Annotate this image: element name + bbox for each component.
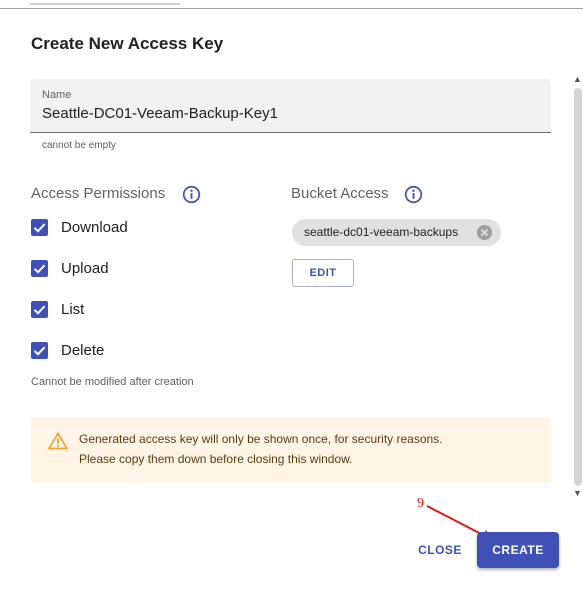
warning-text-line2: Please copy them down before closing thi… <box>79 452 353 466</box>
permission-label: Upload <box>61 260 109 277</box>
edit-bucket-button[interactable]: EDIT <box>292 259 354 287</box>
warning-text-line1: Generated access key will only be shown … <box>79 432 443 446</box>
dialog-title: Create New Access Key <box>31 34 224 53</box>
create-button-label: CREATE <box>492 543 544 557</box>
name-field-label: Name <box>42 89 72 101</box>
scroll-down-icon[interactable]: ▼ <box>573 488 582 498</box>
checkbox-checked-icon[interactable] <box>31 342 48 359</box>
scroll-up-icon[interactable]: ▲ <box>573 74 582 84</box>
permission-label: Delete <box>61 342 105 359</box>
name-input[interactable]: Name Seattle-DC01-Veeam-Backup-Key1 <box>30 79 551 133</box>
header-divider <box>0 8 583 9</box>
annotation-step-number: 9 <box>417 496 424 511</box>
permissions-note: Cannot be modified after creation <box>31 376 194 388</box>
checkbox-checked-icon[interactable] <box>31 219 48 236</box>
bucket-chip: seattle-dc01-veeam-backups <box>292 219 501 246</box>
remove-chip-icon[interactable] <box>476 224 493 241</box>
name-field-value[interactable]: Seattle-DC01-Veeam-Backup-Key1 <box>42 105 278 122</box>
warning-triangle-icon <box>48 432 68 450</box>
close-button-label: CLOSE <box>418 543 462 557</box>
info-circle-icon[interactable] <box>404 185 423 204</box>
info-circle-icon[interactable] <box>182 185 201 204</box>
clipped-header-remnant <box>30 0 200 6</box>
close-button[interactable]: CLOSE <box>408 535 472 565</box>
scrollbar-thumb[interactable] <box>574 88 582 486</box>
warning-alert: Generated access key will only be shown … <box>31 417 551 483</box>
create-button[interactable]: CREATE <box>477 532 559 568</box>
bucket-access-title: Bucket Access <box>291 185 389 202</box>
scrollbar[interactable]: ▲ ▼ <box>571 70 583 500</box>
edit-button-label: EDIT <box>309 267 337 279</box>
access-permissions-title: Access Permissions <box>31 185 166 202</box>
permission-label: List <box>61 301 85 318</box>
permission-label: Download <box>61 219 128 236</box>
name-helper-text: cannot be empty <box>42 140 116 151</box>
bucket-chip-label: seattle-dc01-veeam-backups <box>304 225 459 239</box>
checkbox-checked-icon[interactable] <box>31 301 48 318</box>
checkbox-checked-icon[interactable] <box>31 260 48 277</box>
